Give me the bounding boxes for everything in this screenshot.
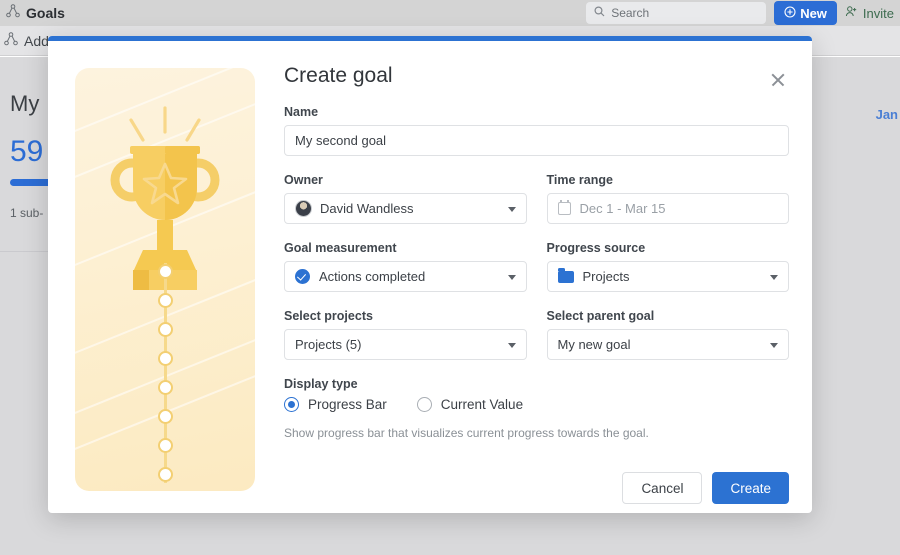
radio-selected-icon [284,397,299,412]
app-top-actions: Search New Invite [586,0,900,26]
milestone-node [158,467,173,482]
new-button[interactable]: New [774,1,837,25]
field-owner-label: Owner [284,173,323,187]
radio-current-value[interactable]: Current Value [416,397,524,412]
field-name: Name My second goal [284,105,789,156]
invite-button-label: Invite [862,5,894,21]
dialog-footer: Cancel Create [622,472,789,504]
app-brand: Goals [6,3,65,23]
select-parent-goal-value: My new goal [557,337,631,352]
radio-current-value-label: Current Value [440,397,524,412]
field-progress-source: Progress source Projects [546,241,789,292]
goal-measurement-value: Actions completed [319,269,426,284]
radio-unselected-icon [416,397,432,412]
goal-name-value: My second goal [295,133,387,148]
select-projects-dropdown[interactable]: Projects (5) [284,329,527,360]
chevron-down-icon [770,342,778,348]
goal-network-icon [6,3,20,23]
create-goal-dialog: Create goal Name My second goal Owner Da… [48,36,812,513]
field-owner: Owner David Wandless [284,173,527,224]
progress-source-value: Projects [582,269,630,284]
user-avatar [295,200,312,217]
time-range-value: Dec 1 - Mar 15 [579,201,666,216]
close-icon[interactable] [767,69,789,91]
chevron-down-icon [507,274,516,280]
select-parent-goal-dropdown[interactable]: My new goal [546,329,789,360]
progress-source-select[interactable]: Projects [546,261,789,292]
goal-network-icon [4,32,18,49]
add-goal-button[interactable]: Add [4,32,49,49]
field-select-parent-goal-label: Select parent goal [546,309,655,323]
field-select-projects: Select projects Projects (5) [284,309,527,360]
radio-progress-bar[interactable]: Progress Bar [284,397,387,412]
create-goal-form: Create goal Name My second goal Owner Da… [284,64,789,504]
milestone-node [158,293,173,308]
folder-icon [557,267,574,283]
goal-measurement-select[interactable]: Actions completed [284,261,527,292]
trophy-illustration [75,68,255,491]
calendar-icon [557,200,571,215]
time-range-input[interactable]: Dec 1 - Mar 15 [546,193,789,224]
chevron-down-icon [770,274,778,280]
check-circle-icon [295,269,310,284]
owner-value: David Wandless [320,201,414,216]
field-goal-measurement: Goal measurement Actions completed [284,241,527,292]
display-type-hint: Show progress bar that visualizes curren… [284,426,649,440]
field-select-parent-goal: Select parent goal My new goal [546,309,789,360]
chevron-down-icon [507,206,516,212]
field-time-range: Time range Dec 1 - Mar 15 [546,173,789,224]
field-progress-source-label: Progress source [546,241,646,255]
field-time-range-label: Time range [546,173,613,187]
milestone-node [158,264,173,279]
milestone-node [158,351,173,366]
app-top-bar: Goals Search New Invite [0,0,900,26]
milestone-node [158,322,173,337]
new-button-label: New [800,5,827,21]
goal-name-input[interactable]: My second goal [284,125,789,156]
page-title: Goals [26,5,65,21]
create-button[interactable]: Create [712,472,789,504]
field-goal-measurement-label: Goal measurement [284,241,397,255]
cancel-button[interactable]: Cancel [622,472,703,504]
search-input[interactable]: Search [586,2,767,24]
radio-progress-bar-label: Progress Bar [308,397,387,412]
add-goal-label: Add [24,32,49,49]
milestone-node [158,409,173,424]
field-select-projects-label: Select projects [284,309,373,323]
person-add-icon [845,5,858,21]
dialog-accent-bar [48,36,812,41]
invite-button[interactable]: Invite [845,5,900,21]
select-projects-value: Projects (5) [295,337,362,352]
search-icon [594,6,605,20]
chevron-down-icon [507,342,516,348]
field-display-type-label: Display type [284,377,358,391]
dialog-title: Create goal [284,64,393,87]
timeline-month-label: Jan [875,107,898,122]
field-name-label: Name [284,105,319,119]
plus-circle-icon [784,5,796,21]
field-display-type: Display type Progress Bar Current Value … [284,377,789,440]
owner-select[interactable]: David Wandless [284,193,527,224]
milestone-node [158,438,173,453]
milestone-node [158,380,173,395]
search-placeholder: Search [611,6,650,20]
